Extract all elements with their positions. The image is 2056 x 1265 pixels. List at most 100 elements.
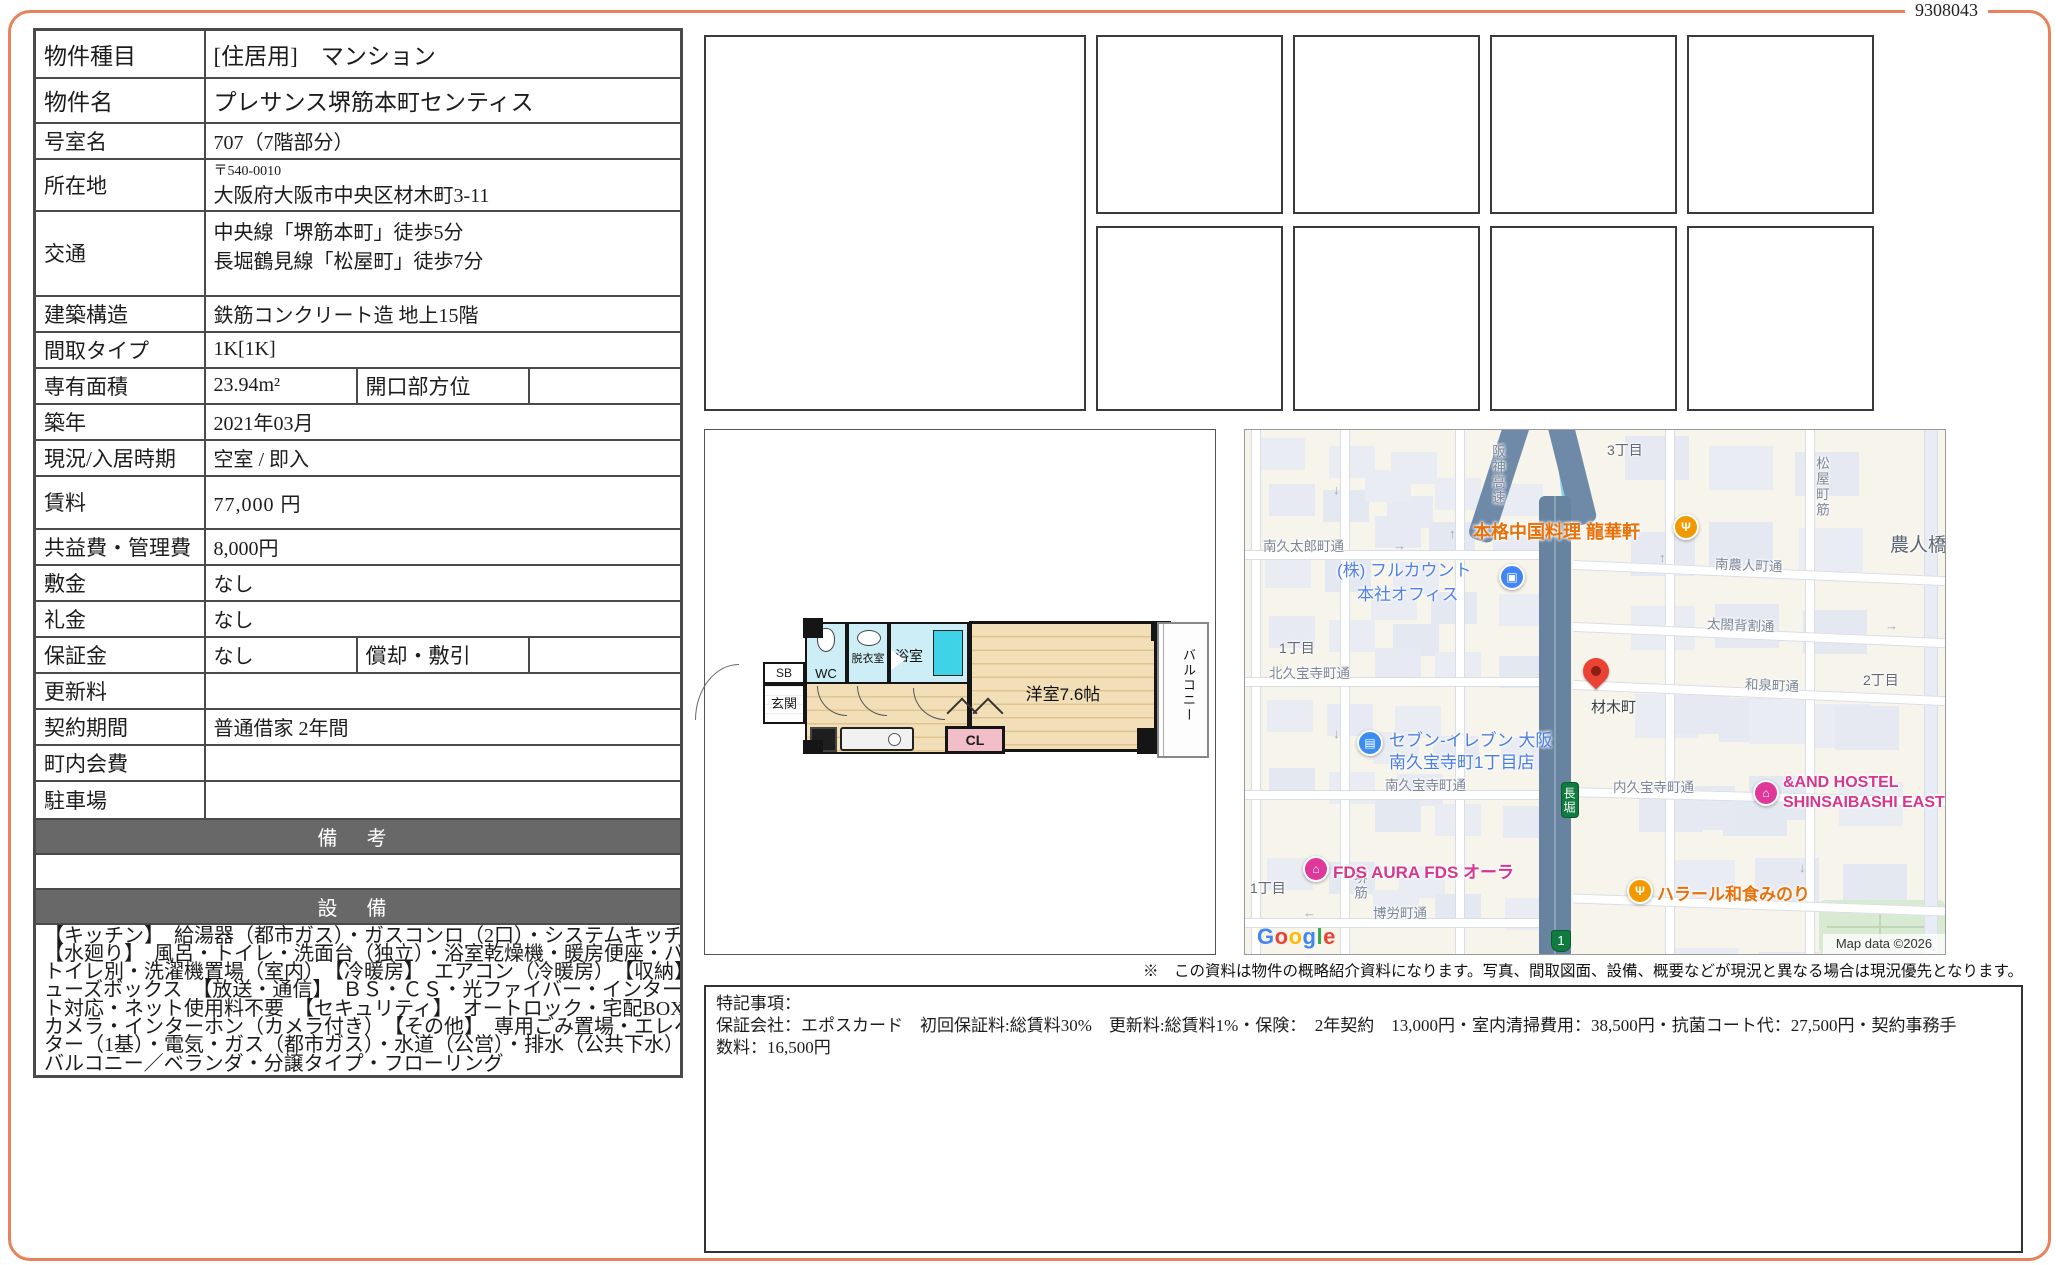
sink-icon xyxy=(857,630,881,646)
street xyxy=(1924,430,1938,954)
hostel-icon: ⌂ xyxy=(1753,780,1779,806)
equipment-body-row: 【キッチン】 給湯器（都市ガス）・ガスコンロ（2口）・システムキッチン【水廻り】… xyxy=(35,924,682,1077)
street-label: 北久宝寺町通 xyxy=(1269,662,1350,682)
road-arrow: ↓ xyxy=(1333,726,1340,741)
equipment-text: 【キッチン】 給湯器（都市ガス）・ガスコンロ（2口）・システムキッチン【水廻り】… xyxy=(35,924,682,1077)
row-structure: 建築構造 鉄筋コンクリート造 地上15階 xyxy=(35,296,682,332)
row-address: 所在地 〒540-0010 大阪府大阪市中央区材木町3-11 xyxy=(35,159,682,211)
poi-label-hostel: &AND HOSTEL xyxy=(1783,774,1899,792)
row-deposit: 敷金 なし xyxy=(35,565,682,601)
property-sheet: 9308043 物件種目 [住居用] マンション 物件名 プレサンス堺筋本町セン… xyxy=(0,0,2056,1265)
street-label: 内久宝寺町通 xyxy=(1613,776,1694,796)
row-area: 専有面積 23.94m² 開口部方位 xyxy=(35,368,682,404)
street-label-vertical: 阪神高速 xyxy=(1487,444,1507,506)
access-line1: 中央線「堺筋本町」徒歩5分 xyxy=(214,216,673,245)
road-arrow: ↑ xyxy=(1449,526,1456,541)
remarks-header-bar: 備 考 xyxy=(35,819,682,854)
access-line2: 長堀鶴見線「松屋町」徒歩7分 xyxy=(214,245,673,274)
restaurant-icon: Ψ xyxy=(1627,878,1653,904)
poi-label-restaurant: 本格中国料理 龍華軒 xyxy=(1473,518,1640,544)
road-arrow: ↓ xyxy=(1799,860,1806,875)
photo-box xyxy=(1096,226,1283,411)
row-town-fee: 町内会費 xyxy=(35,745,682,781)
entrance: 玄関 xyxy=(763,684,805,724)
area-label-noninbashi: 農人橋 xyxy=(1890,530,1946,557)
poi-label-hostel: SHINSAIBASHI EAST xyxy=(1783,794,1945,812)
photo-box-main xyxy=(704,35,1086,411)
rent-value: 77,000 円 xyxy=(205,476,682,529)
special-notes-box: 特記事項：保証会社：エポスカード 初回保証料:総賃料30% 更新料:総賃料1%・… xyxy=(704,985,2023,1253)
property-table: 物件種目 [住居用] マンション 物件名 プレサンス堺筋本町センティス 号室名 … xyxy=(33,28,683,1078)
row-access: 交通 中央線「堺筋本町」徒歩5分 長堀鶴見線「松屋町」徒歩7分 xyxy=(35,211,682,296)
row-property-type: 物件種目 [住居用] マンション xyxy=(35,30,682,78)
office-icon: ▣ xyxy=(1499,564,1525,590)
floor-plan-panel: SB 玄関 WC 脱衣室 浴室 洋室7.6帖 xyxy=(704,429,1216,955)
road-arrow: ↑ xyxy=(1659,550,1666,565)
poi-label-office: (株) フルカウント xyxy=(1337,556,1472,581)
restaurant-icon: Ψ xyxy=(1673,514,1699,540)
district-label: 3丁目 xyxy=(1607,440,1643,460)
photo-box xyxy=(1293,226,1480,411)
district-label: 2丁目 xyxy=(1863,670,1899,690)
map-copyright: Map data ©2026 xyxy=(1823,934,1945,954)
balcony: バルコニー xyxy=(1157,622,1209,758)
road-arrow: → xyxy=(1885,618,1898,633)
pillar xyxy=(803,740,823,754)
row-guarantee: 保証金 なし 償却・敷引 xyxy=(35,637,682,673)
closet: CL xyxy=(945,726,1005,754)
bathtub-icon xyxy=(933,630,963,676)
shoe-box: SB xyxy=(763,662,805,684)
street-label: 南久宝寺町通 xyxy=(1385,774,1466,794)
street-label: 南農人町通 xyxy=(1715,553,1783,576)
location-map: ↓ ↑ ↑ ↓ → ← ↑ ↓ → → 3丁目 1丁目 1丁目 2丁目 農人橋 … xyxy=(1244,429,1946,955)
street-label: 太閤背割通 xyxy=(1707,613,1775,636)
poi-label-hostel: FDS AURA FDS オーラ xyxy=(1333,858,1514,883)
map-buildings xyxy=(1259,438,1305,470)
road-arrow: ↓ xyxy=(1333,482,1340,497)
remarks-body-row xyxy=(35,854,682,889)
address-text: 大阪府大阪市中央区材木町3-11 xyxy=(214,179,673,208)
map-buildings xyxy=(1365,470,1411,502)
road-arrow: → xyxy=(1393,538,1406,553)
street-label: 和泉町通 xyxy=(1745,673,1800,695)
dressing-room: 脱衣室 xyxy=(847,622,889,684)
row-layout: 間取タイプ 1K[1K] xyxy=(35,332,682,368)
convenience-store-icon: ▤ xyxy=(1357,730,1383,756)
row-key-money: 礼金 なし xyxy=(35,601,682,637)
street-label: 南久太郎町通 xyxy=(1263,535,1344,555)
photo-box xyxy=(1293,35,1480,214)
photo-box xyxy=(1490,226,1677,411)
pillar xyxy=(803,618,823,638)
postal-code: 〒540-0010 xyxy=(214,164,673,179)
bathroom: 浴室 xyxy=(889,622,969,684)
equipment-header-bar: 設 備 xyxy=(35,889,682,924)
row-room-no: 号室名 707（7階部分） xyxy=(35,123,682,159)
photo-box xyxy=(1096,35,1283,214)
floor-plan: SB 玄関 WC 脱衣室 浴室 洋室7.6帖 xyxy=(737,602,1211,778)
district-label: 1丁目 xyxy=(1279,638,1315,658)
google-logo: Google xyxy=(1257,924,1336,950)
route-1-shield: 1 xyxy=(1551,930,1571,952)
photo-box xyxy=(1490,35,1677,214)
photo-box xyxy=(1687,35,1874,214)
kitchen-sink xyxy=(840,727,914,751)
row-parking: 駐車場 xyxy=(35,781,682,819)
document-id: 9308043 xyxy=(1905,0,1988,21)
poi-label-store: 南久宝寺町1丁目店 xyxy=(1389,748,1534,773)
nagahori-exit-badge: 長堀 xyxy=(1561,782,1579,818)
road-arrow: ← xyxy=(1303,905,1316,920)
street-label: 博労町通 xyxy=(1373,902,1427,922)
photo-box xyxy=(1687,226,1874,411)
pin-area-label: 材木町 xyxy=(1591,696,1636,717)
row-status: 現況/入居時期 空室 / 即入 xyxy=(35,440,682,476)
row-property-name: 物件名 プレサンス堺筋本町センティス xyxy=(35,78,682,123)
row-built: 築年 2021年03月 xyxy=(35,404,682,440)
row-renewal-fee: 更新料 xyxy=(35,673,682,709)
district-label: 1丁目 xyxy=(1250,878,1286,898)
row-rent: 賃料 77,000 円 xyxy=(35,476,682,529)
hostel-icon: ⌂ xyxy=(1303,856,1329,882)
disclaimer-note: ※ この資料は物件の概略紹介資料になります。写真、間取図面、設備、概要などが現況… xyxy=(1120,959,2023,981)
street-label-vertical: 松屋町筋 xyxy=(1811,456,1831,518)
row-contract: 契約期間 普通借家 2年間 xyxy=(35,709,682,745)
bath-door xyxy=(891,650,905,670)
